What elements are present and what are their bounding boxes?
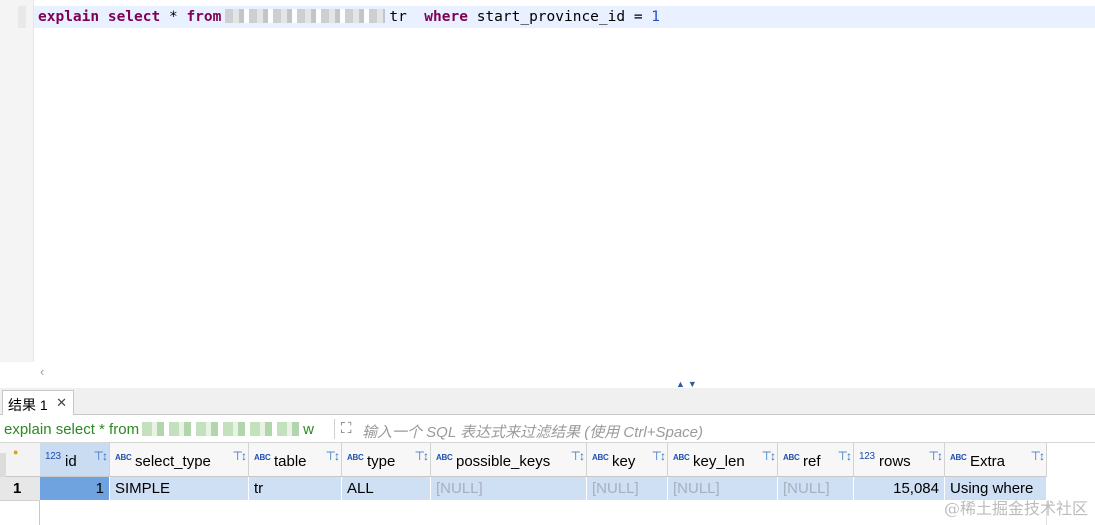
- editor-gutter: [0, 0, 34, 362]
- cell-key-len[interactable]: [NULL]: [668, 477, 778, 501]
- column-name: Extra: [970, 453, 1006, 470]
- filter-expression-input[interactable]: 输入一个 SQL 表达式来过滤结果 (使用 Ctrl+Space): [362, 421, 703, 442]
- grid-corner[interactable]: ●: [0, 443, 40, 477]
- sql-editor[interactable]: explain select * from tr where start_prov…: [0, 0, 1095, 389]
- where-condition: start_province_id =: [476, 9, 643, 25]
- column-filter-icon[interactable]: ⊤↕: [233, 449, 248, 463]
- column-name: type: [367, 453, 396, 470]
- condition-value: 1: [651, 9, 661, 25]
- cell-type[interactable]: ALL: [342, 477, 431, 501]
- cell-possible-keys[interactable]: [NULL]: [431, 477, 587, 501]
- text-type-icon: ABC: [950, 453, 967, 462]
- result-grid[interactable]: ● 1 123 id ⊤↕ ABC select_type ⊤↕ ABC tab…: [0, 443, 1095, 525]
- keyword-where: where: [424, 9, 468, 25]
- query-prefix: explain select * from: [4, 421, 140, 438]
- column-filter-icon[interactable]: ⊤↕: [838, 449, 853, 463]
- tab-label: 结果 1: [8, 397, 48, 413]
- text-type-icon: ABC: [347, 453, 364, 462]
- column-filter-icon[interactable]: ⊤↕: [415, 449, 430, 463]
- text-type-icon: ABC: [783, 453, 800, 462]
- tab-result-1[interactable]: 结果 1 ✕: [2, 390, 74, 415]
- column-filter-icon[interactable]: ⊤↕: [929, 449, 944, 463]
- column-filter-icon[interactable]: ⊤↕: [762, 449, 777, 463]
- empty-grid-area: [40, 501, 1047, 525]
- watermark: @稀土掘金技术社区: [943, 499, 1088, 518]
- cell-ref[interactable]: [NULL]: [778, 477, 854, 501]
- executed-query-label[interactable]: explain select * from w: [4, 421, 314, 438]
- expand-icon[interactable]: ⛶: [341, 420, 352, 437]
- column-name: rows: [879, 453, 911, 470]
- row-number-column: ● 1: [0, 443, 40, 525]
- cell-key[interactable]: [NULL]: [587, 477, 668, 501]
- column-name: select_type: [135, 453, 211, 470]
- keyword-from: from: [186, 9, 222, 25]
- text-type-icon: ABC: [254, 453, 271, 462]
- cell-table[interactable]: tr: [249, 477, 342, 501]
- column-header-rows[interactable]: 123 rows ⊤↕: [854, 443, 945, 477]
- cell-rows[interactable]: 15,084: [854, 477, 945, 501]
- cell-select-type[interactable]: SIMPLE: [110, 477, 249, 501]
- editor-horizontal-scrollbar[interactable]: ‹: [34, 362, 1095, 384]
- redacted-table-name: [225, 9, 386, 23]
- text-type-icon: ABC: [115, 453, 132, 462]
- column-filter-icon[interactable]: ⊤↕: [326, 449, 341, 463]
- row-number[interactable]: 1: [0, 477, 40, 501]
- table-alias: tr: [389, 9, 407, 25]
- sql-statement[interactable]: explain select * from tr where start_prov…: [38, 8, 660, 26]
- text-type-icon: ABC: [436, 453, 453, 462]
- column-header-table[interactable]: ABC table ⊤↕: [249, 443, 342, 477]
- lock-icon: ●: [13, 447, 19, 457]
- column-name: key: [612, 453, 636, 470]
- divider: [334, 419, 335, 439]
- column-name: ref: [803, 453, 821, 470]
- text-type-icon: ABC: [592, 453, 609, 462]
- scroll-left-icon[interactable]: ‹: [40, 364, 44, 379]
- select-star: *: [168, 9, 178, 25]
- column-name: possible_keys: [456, 453, 551, 470]
- redacted-query-part: [142, 422, 301, 436]
- column-header-id[interactable]: 123 id ⊤↕: [40, 443, 110, 477]
- close-icon[interactable]: ✕: [56, 395, 67, 411]
- cell-id[interactable]: 1: [40, 477, 110, 501]
- column-header-select-type[interactable]: ABC select_type ⊤↕: [110, 443, 249, 477]
- query-suffix: w: [303, 421, 314, 438]
- column-header-type[interactable]: ABC type ⊤↕: [342, 443, 431, 477]
- column-filter-icon[interactable]: ⊤↕: [1031, 449, 1046, 463]
- keyword-select: select: [107, 9, 161, 25]
- result-filter-bar: explain select * from w ⛶ 输入一个 SQL 表达式来过滤…: [0, 415, 1095, 443]
- column-header-ref[interactable]: ABC ref ⊤↕: [778, 443, 854, 477]
- column-header-key-len[interactable]: ABC key_len ⊤↕: [668, 443, 778, 477]
- numeric-type-icon: 123: [859, 451, 875, 462]
- column-filter-icon[interactable]: ⊤↕: [571, 449, 586, 463]
- column-name: id: [65, 453, 77, 470]
- column-name: key_len: [693, 453, 745, 470]
- column-name: table: [274, 453, 307, 470]
- column-header-key[interactable]: ABC key ⊤↕: [587, 443, 668, 477]
- keyword-explain: explain: [38, 9, 100, 25]
- current-line-marker: [18, 6, 26, 28]
- column-filter-icon[interactable]: ⊤↕: [652, 449, 667, 463]
- numeric-type-icon: 123: [45, 451, 61, 462]
- result-tabbar: 结果 1 ✕: [0, 388, 1095, 415]
- text-type-icon: ABC: [673, 453, 690, 462]
- column-header-extra[interactable]: ABC Extra ⊤↕: [945, 443, 1047, 477]
- column-filter-icon[interactable]: ⊤↕: [94, 449, 109, 463]
- column-header-possible-keys[interactable]: ABC possible_keys ⊤↕: [431, 443, 587, 477]
